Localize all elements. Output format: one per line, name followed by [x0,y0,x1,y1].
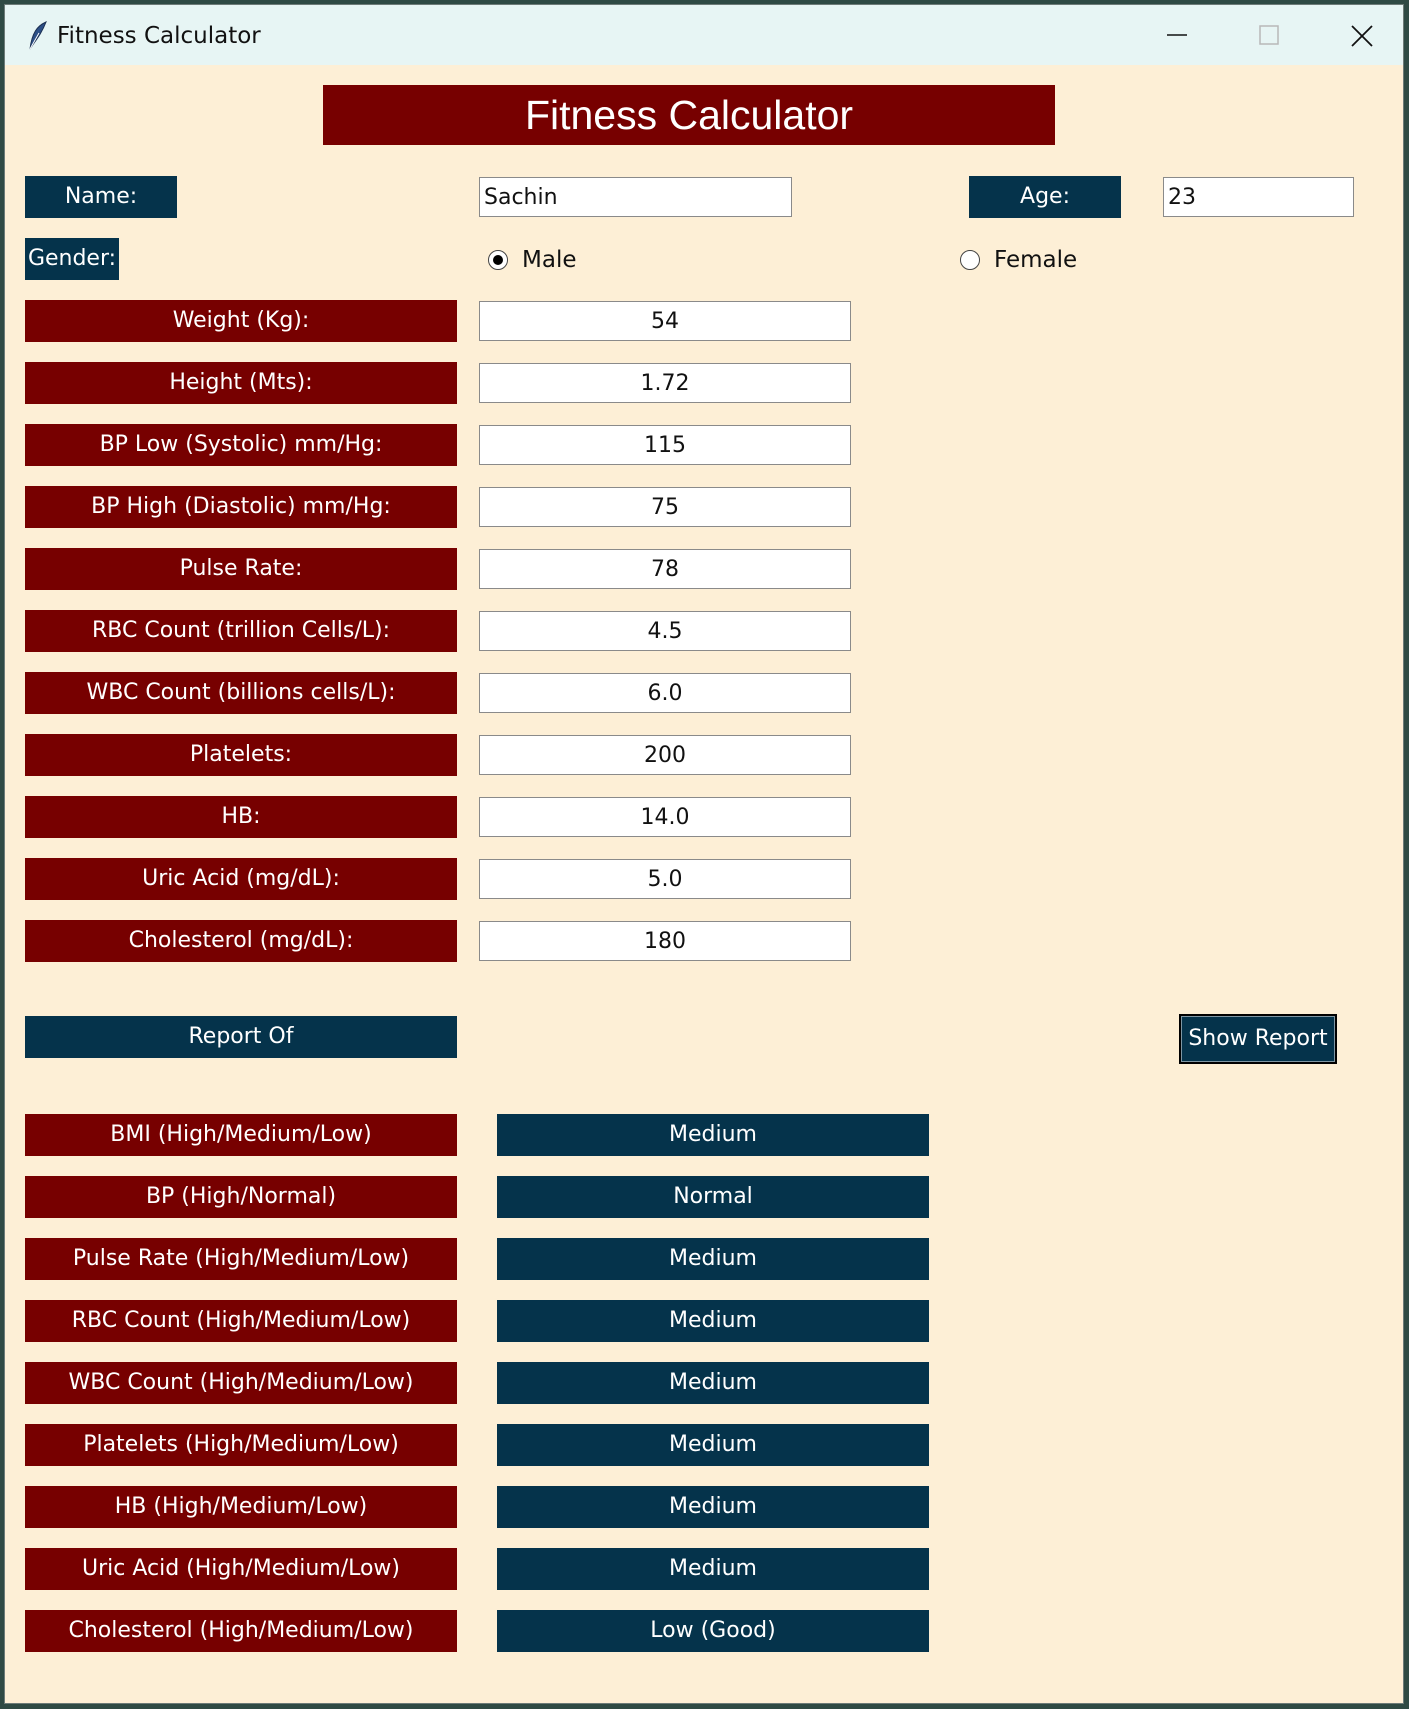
result-value-uric-acid: Medium [497,1548,929,1590]
result-label-wbc-count: WBC Count (High/Medium/Low) [25,1362,457,1404]
maximize-button[interactable] [1223,5,1315,65]
feather-icon [27,21,49,51]
rbc-count-input[interactable] [479,611,851,651]
result-label-bp: BP (High/Normal) [25,1176,457,1218]
input-label-uric-acid: Uric Acid (mg/dL): [25,858,457,900]
result-value-bp: Normal [497,1176,929,1218]
input-label-pulse-rate: Pulse Rate: [25,548,457,590]
result-label-pulse-rate: Pulse Rate (High/Medium/Low) [25,1238,457,1280]
age-label: Age: [969,176,1121,218]
maximize-icon [1259,25,1279,45]
radio-unselected-icon [960,250,980,270]
gender-option-female-label: Female [994,247,1078,273]
wbc-count-input[interactable] [479,673,851,713]
result-value-pulse-rate: Medium [497,1238,929,1280]
result-value-hb: Medium [497,1486,929,1528]
title-bar: Fitness Calculator [5,5,1403,65]
show-report-button[interactable]: Show Report [1179,1014,1337,1064]
page-title: Fitness Calculator [323,85,1055,145]
result-value-bmi: Medium [497,1114,929,1156]
result-label-hb: HB (High/Medium/Low) [25,1486,457,1528]
cholesterol-input[interactable] [479,921,851,961]
window-title: Fitness Calculator [57,23,261,49]
input-label-cholesterol: Cholesterol (mg/dL): [25,920,457,962]
platelets-input[interactable] [479,735,851,775]
height-input[interactable] [479,363,851,403]
pulse-rate-input[interactable] [479,549,851,589]
input-label-bp-high: BP High (Diastolic) mm/Hg: [25,486,457,528]
close-button[interactable] [1315,5,1403,65]
result-value-wbc-count: Medium [497,1362,929,1404]
result-label-bmi: BMI (High/Medium/Low) [25,1114,457,1156]
result-label-uric-acid: Uric Acid (High/Medium/Low) [25,1548,457,1590]
input-label-hb: HB: [25,796,457,838]
minimize-icon [1167,34,1187,36]
gender-option-male-label: Male [522,247,577,273]
result-value-rbc-count: Medium [497,1300,929,1342]
input-label-height: Height (Mts): [25,362,457,404]
input-label-rbc-count: RBC Count (trillion Cells/L): [25,610,457,652]
name-label: Name: [25,176,177,218]
result-value-platelets: Medium [497,1424,929,1466]
minimize-button[interactable] [1131,5,1223,65]
input-label-weight: Weight (Kg): [25,300,457,342]
name-input[interactable] [479,177,792,217]
input-label-platelets: Platelets: [25,734,457,776]
input-label-wbc-count: WBC Count (billions cells/L): [25,672,457,714]
bp-high-input[interactable] [479,487,851,527]
gender-label: Gender: [25,238,119,280]
result-value-cholesterol: Low (Good) [497,1610,929,1652]
gender-radio-female[interactable]: Female [960,245,1077,275]
age-input[interactable] [1163,177,1354,217]
hb-input[interactable] [479,797,851,837]
close-icon [1351,25,1373,47]
gender-radio-male[interactable]: Male [488,245,576,275]
result-label-platelets: Platelets (High/Medium/Low) [25,1424,457,1466]
uric-acid-input[interactable] [479,859,851,899]
weight-input[interactable] [479,301,851,341]
result-label-cholesterol: Cholesterol (High/Medium/Low) [25,1610,457,1652]
app-window: Fitness Calculator Fitness Calculator Na… [4,4,1404,1704]
report-of-label: Report Of [25,1016,457,1058]
bp-low-input[interactable] [479,425,851,465]
radio-selected-icon [488,250,508,270]
result-label-rbc-count: RBC Count (High/Medium/Low) [25,1300,457,1342]
input-label-bp-low: BP Low (Systolic) mm/Hg: [25,424,457,466]
